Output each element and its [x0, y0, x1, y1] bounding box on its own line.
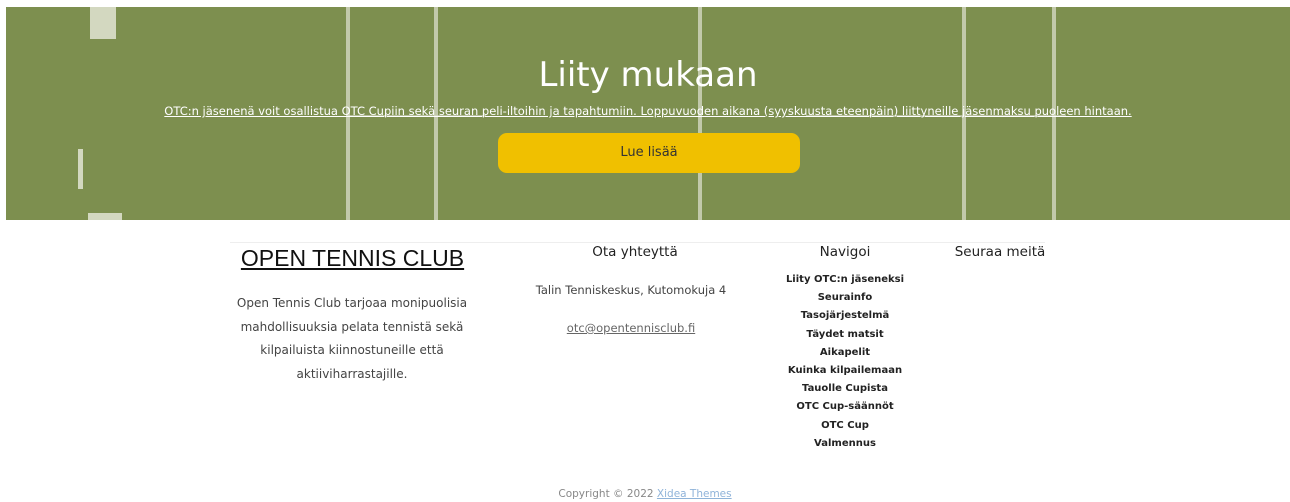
- contact-email-link[interactable]: otc@opentennisclub.fi: [530, 321, 732, 335]
- nav-link-otc-cup[interactable]: OTC Cup: [770, 417, 920, 435]
- nav-link-club-info[interactable]: Seurainfo: [770, 289, 920, 307]
- net-post-image: [90, 7, 116, 39]
- nav-link-break-from-cup[interactable]: Tauolle Cupista: [770, 380, 920, 398]
- nav-link-coaching[interactable]: Valmennus: [770, 435, 920, 453]
- brand-description: Open Tennis Club tarjoaa monipuolisia ma…: [236, 296, 468, 381]
- brand-title-link[interactable]: OPEN TENNIS CLUB: [225, 245, 480, 272]
- hero-banner: Liity mukaan OTC:n jäsenenä voit osallis…: [6, 7, 1290, 220]
- navigation-heading: Navigoi: [819, 244, 871, 260]
- follow-heading: Seuraa meitä: [954, 244, 1046, 260]
- nav-link-cup-rules[interactable]: OTC Cup-säännöt: [770, 398, 920, 416]
- contact-heading: Ota yhteyttä: [592, 244, 678, 260]
- nav-link-how-to-compete[interactable]: Kuinka kilpailemaan: [770, 362, 920, 380]
- contact-address: Talin Tenniskeskus, Kutomokuja 4: [535, 283, 727, 297]
- hero-description: OTC:n jäsenenä voit osallistua OTC Cupii…: [164, 104, 1132, 118]
- hero-title: Liity mukaan: [538, 55, 758, 95]
- theme-author-link[interactable]: Xidea Themes: [657, 488, 732, 500]
- read-more-button[interactable]: Lue lisää: [498, 133, 800, 173]
- nav-link-join[interactable]: Liity OTC:n jäseneksi: [770, 271, 920, 289]
- net-post-image: [88, 213, 122, 220]
- nav-link-time-games[interactable]: Aikapelit: [770, 344, 920, 362]
- nav-link-level-system[interactable]: Tasojärjestelmä: [770, 307, 920, 325]
- footer-nav-list: Liity OTC:n jäseneksi Seurainfo Tasojärj…: [770, 271, 920, 453]
- net-post-image: [78, 149, 83, 189]
- copyright-text: Copyright © 2022: [558, 488, 657, 500]
- nav-link-full-matches[interactable]: Täydet matsit: [770, 326, 920, 344]
- copyright: Copyright © 2022 Xidea Themes: [0, 488, 1290, 500]
- footer-divider: [230, 242, 1045, 243]
